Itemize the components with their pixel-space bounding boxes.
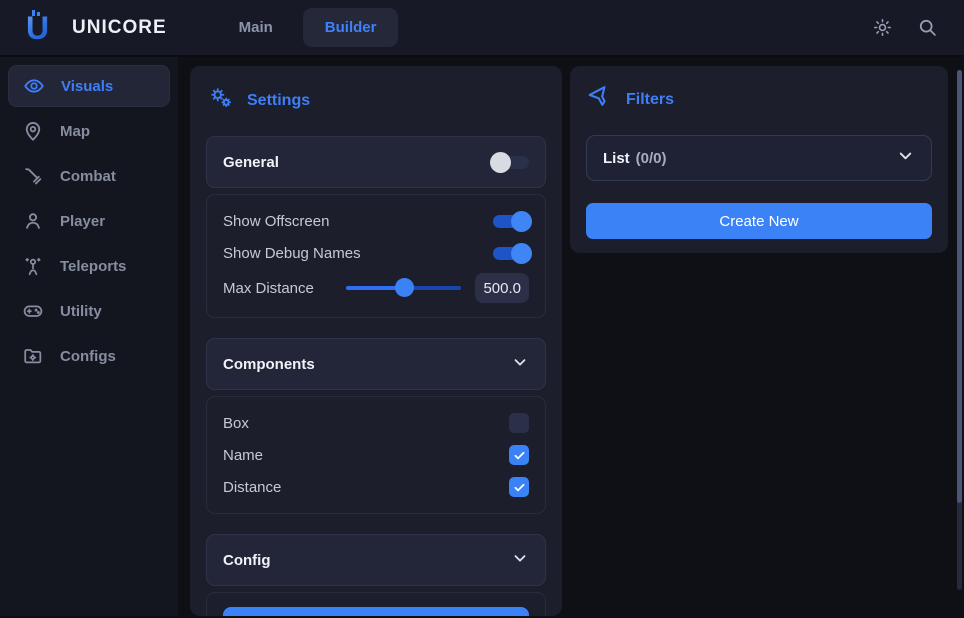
- sidebar-item-visuals[interactable]: Visuals: [8, 65, 170, 107]
- double-gear-icon: [208, 85, 234, 116]
- config-label: Config: [223, 552, 270, 569]
- general-section-body: Show Offscreen Show Debug Names Max Dist…: [206, 194, 546, 318]
- sidebar-item-label: Configs: [60, 348, 116, 365]
- components-section-body: Box Name Distance: [206, 396, 546, 514]
- main-area: Settings General Show Offscreen Show Deb…: [178, 57, 964, 616]
- create-new-button[interactable]: Create New: [586, 203, 932, 239]
- chevron-down-icon: [511, 353, 529, 376]
- play-icon: [325, 616, 342, 617]
- components-label: Components: [223, 356, 315, 373]
- brand-name: UNICORE: [72, 17, 167, 39]
- chevron-down-icon: [511, 549, 529, 572]
- sidebar-item-label: Combat: [60, 168, 116, 185]
- general-label: General: [223, 154, 279, 171]
- folder-gear-icon: [22, 345, 44, 367]
- general-toggle[interactable]: [493, 156, 529, 169]
- max-distance-value[interactable]: 500.0: [475, 273, 529, 303]
- filters-panel-header: Filters: [586, 80, 932, 129]
- settings-panel: Settings General Show Offscreen Show Deb…: [190, 66, 562, 616]
- sidebar-item-label: Visuals: [61, 78, 113, 95]
- component-row-distance: Distance: [223, 471, 529, 503]
- component-row-name: Name: [223, 439, 529, 471]
- slider-knob[interactable]: [395, 278, 414, 297]
- settings-gear-icon[interactable]: [872, 17, 893, 38]
- funnel-filter-icon: [588, 85, 613, 115]
- setting-row-max-distance: Max Distance 500.0: [223, 269, 529, 307]
- sidebar-item-label: Utility: [60, 303, 102, 320]
- settings-title: Settings: [247, 92, 310, 110]
- unicore-logo-icon: U: [26, 9, 60, 47]
- config-section-body: Load Items: [206, 592, 546, 616]
- chevron-down-icon: [896, 146, 915, 170]
- top-tabs: Main Builder: [217, 8, 399, 47]
- sidebar-item-player[interactable]: Player: [8, 200, 170, 242]
- setting-row-show-debug-names: Show Debug Names: [223, 237, 529, 269]
- filters-panel: Filters List (0/0) Create New: [570, 66, 948, 253]
- filter-list-dropdown[interactable]: List (0/0): [586, 135, 932, 181]
- search-icon[interactable]: [917, 17, 938, 38]
- teleport-icon: [22, 255, 44, 277]
- sidebar-item-label: Teleports: [60, 258, 126, 275]
- show-debug-names-toggle[interactable]: [493, 247, 529, 260]
- sword-icon: [22, 165, 44, 187]
- filters-title: Filters: [626, 91, 674, 109]
- general-section-header[interactable]: General: [206, 136, 546, 188]
- tab-main[interactable]: Main: [217, 8, 295, 47]
- setting-row-show-offscreen: Show Offscreen: [223, 205, 529, 237]
- show-offscreen-toggle[interactable]: [493, 215, 529, 228]
- brand: U UNICORE: [26, 9, 167, 47]
- tab-builder[interactable]: Builder: [303, 8, 399, 47]
- sidebar-item-label: Map: [60, 123, 90, 140]
- map-pin-icon: [22, 120, 44, 142]
- config-section-header[interactable]: Config: [206, 534, 546, 586]
- box-checkbox[interactable]: [509, 413, 529, 433]
- sidebar-item-configs[interactable]: Configs: [8, 335, 170, 377]
- sidebar-item-teleports[interactable]: Teleports: [8, 245, 170, 287]
- max-distance-slider[interactable]: [346, 286, 461, 290]
- sidebar-item-label: Player: [60, 213, 105, 230]
- eye-icon: [23, 75, 45, 97]
- components-section-header[interactable]: Components: [206, 338, 546, 390]
- sidebar-item-utility[interactable]: Utility: [8, 290, 170, 332]
- distance-checkbox[interactable]: [509, 477, 529, 497]
- topbar: U UNICORE Main Builder: [0, 0, 964, 57]
- dropdown-selected-label: List: [603, 150, 630, 167]
- gamepad-icon: [22, 300, 44, 322]
- sidebar-item-map[interactable]: Map: [8, 110, 170, 152]
- scrollbar-track[interactable]: [957, 70, 962, 590]
- sidebar: Visuals Map Combat Play: [0, 57, 178, 616]
- person-icon: [22, 210, 44, 232]
- name-checkbox[interactable]: [509, 445, 529, 465]
- dropdown-count: (0/0): [636, 150, 667, 167]
- sidebar-item-combat[interactable]: Combat: [8, 155, 170, 197]
- settings-panel-header: Settings: [206, 80, 546, 130]
- component-row-box: Box: [223, 407, 529, 439]
- load-items-button[interactable]: Load Items: [223, 607, 529, 616]
- scrollbar-thumb[interactable]: [957, 70, 962, 503]
